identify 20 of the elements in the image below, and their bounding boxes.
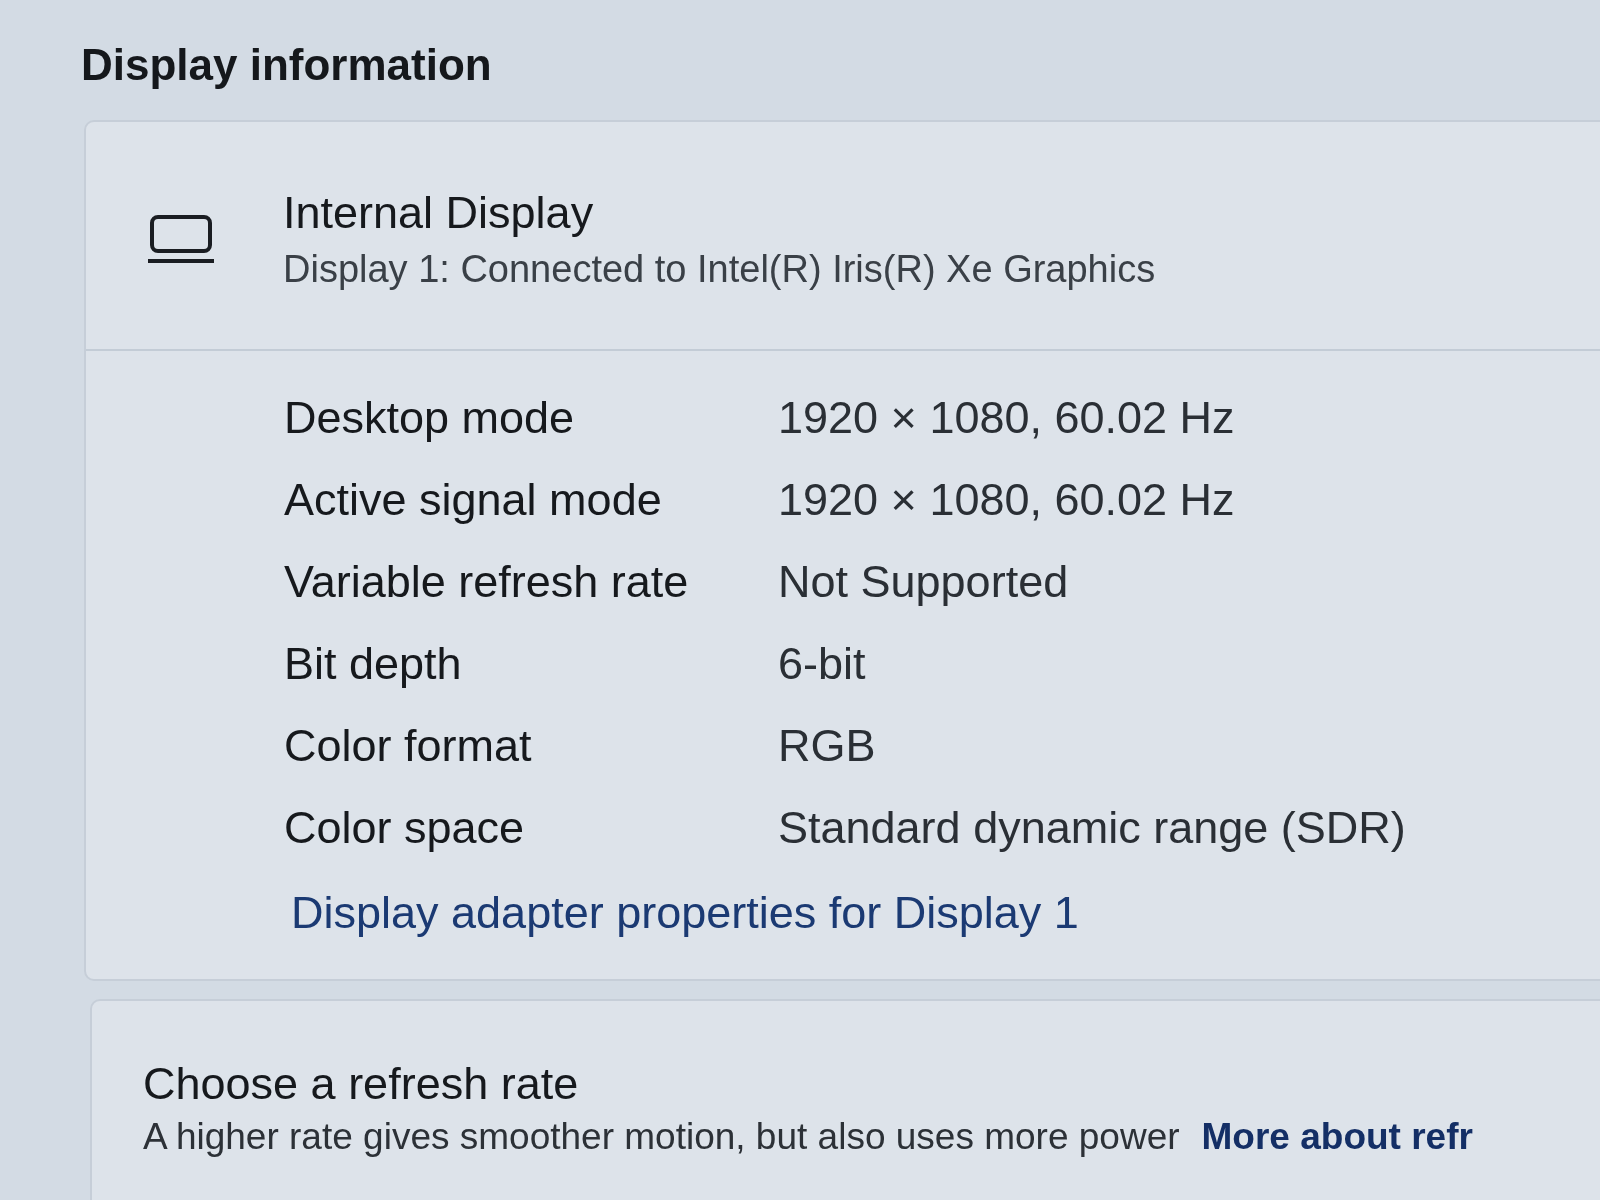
- property-value: 1920 × 1080, 60.02 Hz: [778, 473, 1235, 527]
- property-label: Color space: [284, 801, 526, 855]
- section-title: Display information: [81, 39, 492, 91]
- display-description: Display 1: Connected to Intel(R) Iris(R) Xe Graphics: [283, 247, 1156, 292]
- adapter-properties-link[interactable]: Display adapter properties for Display 1: [291, 886, 1079, 940]
- property-value: Standard dynamic range (SDR): [778, 801, 1406, 855]
- display-name: Internal Display: [283, 186, 594, 240]
- laptop-icon: [148, 215, 214, 263]
- refresh-rate-title: Choose a refresh rate: [143, 1057, 579, 1111]
- property-value: RGB: [778, 719, 876, 773]
- property-value: 6-bit: [778, 637, 866, 691]
- property-label: Color format: [284, 719, 533, 773]
- property-value: 1920 × 1080, 60.02 Hz: [778, 391, 1235, 445]
- more-about-link[interactable]: More about refr: [1201, 1114, 1473, 1160]
- property-label: Active signal mode: [284, 473, 663, 527]
- property-label: Variable refresh rate: [284, 555, 690, 609]
- property-label: Desktop mode: [284, 391, 576, 445]
- property-value: Not Supported: [778, 555, 1069, 609]
- property-label: Bit depth: [284, 637, 463, 691]
- refresh-rate-description: A higher rate gives smoother motion, but also uses more power: [143, 1115, 1180, 1159]
